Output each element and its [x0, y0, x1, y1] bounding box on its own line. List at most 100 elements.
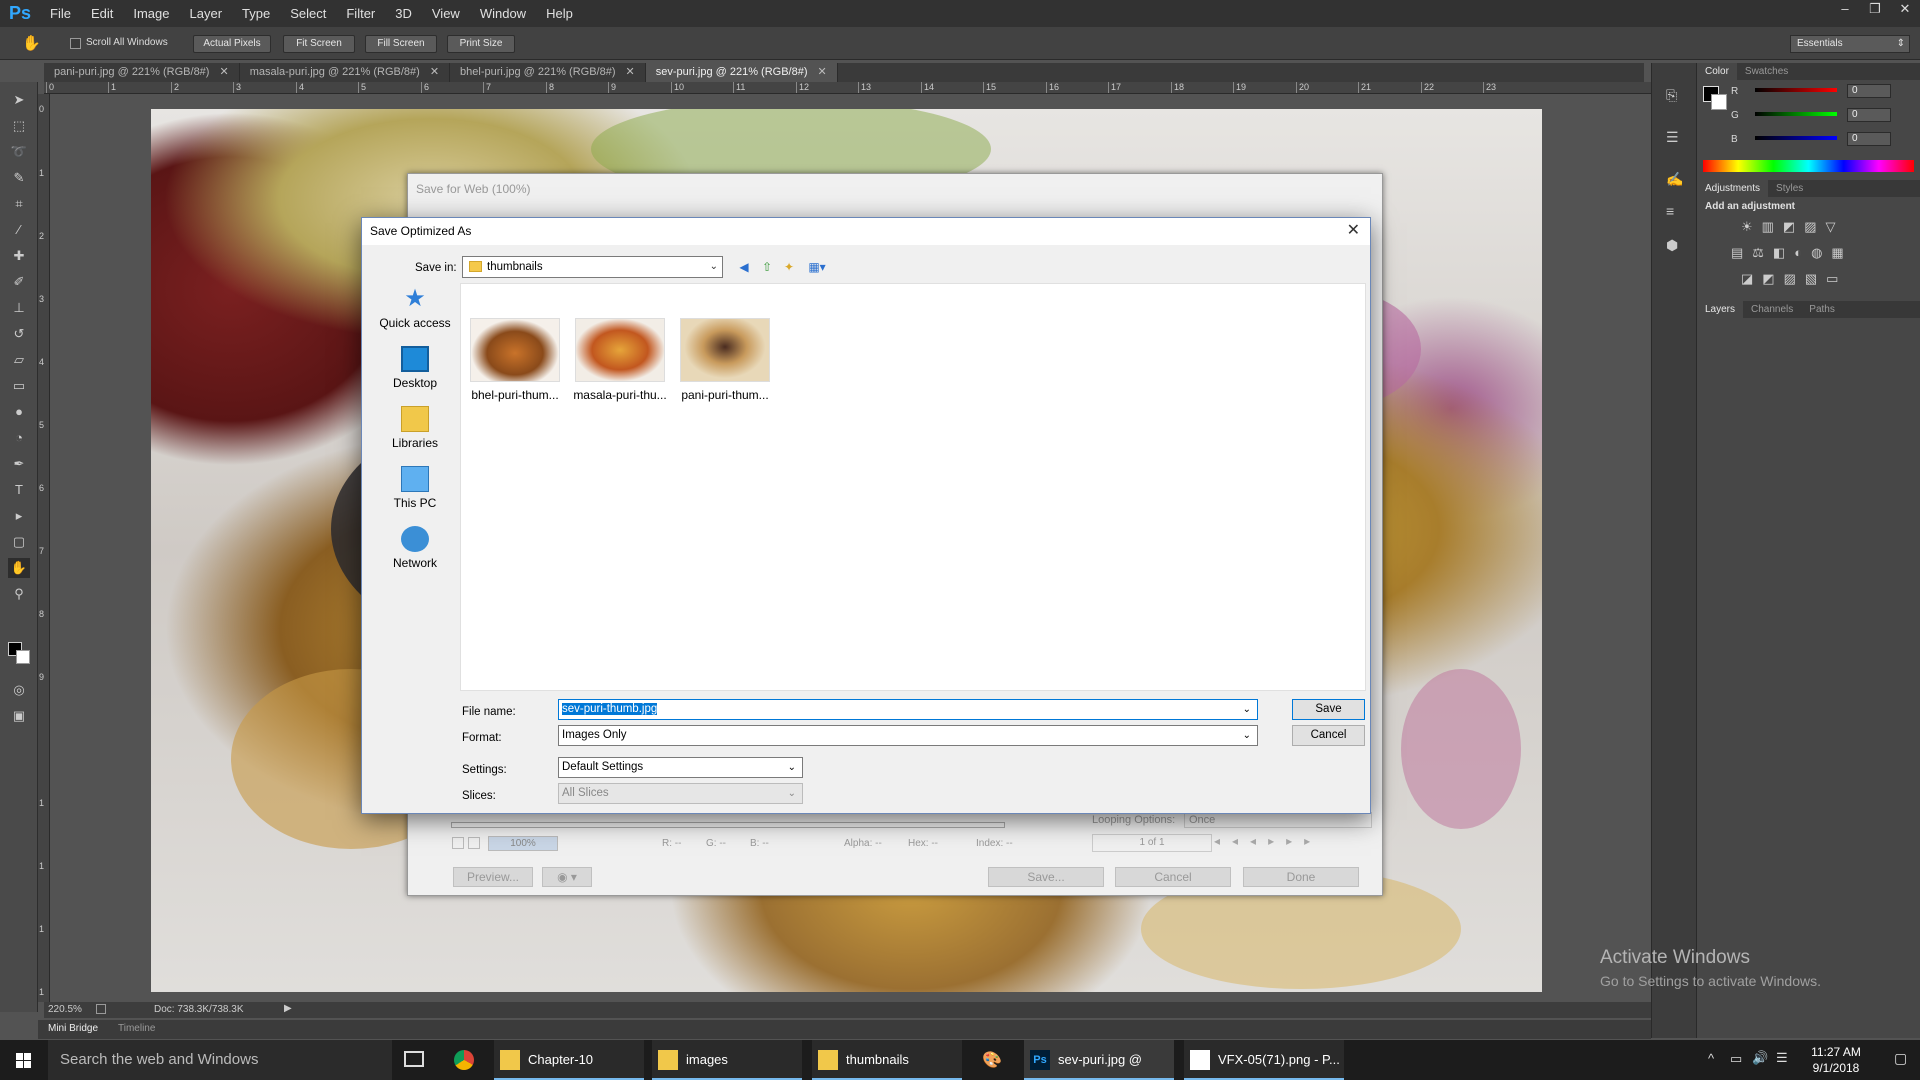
crop-tool-icon[interactable]: ⌗: [8, 194, 30, 214]
brush-presets-icon[interactable]: ✍: [1666, 171, 1683, 188]
tab-masala-puri[interactable]: masala-puri.jpg @ 221% (RGB/8#) ✕: [240, 63, 451, 82]
back-icon[interactable]: ◀: [735, 258, 753, 276]
taskbar-vfx-image[interactable]: VFX-05(71).png - P...: [1184, 1040, 1344, 1080]
menu-help[interactable]: Help: [536, 0, 583, 27]
notifications-icon[interactable]: ☰: [1776, 1050, 1788, 1066]
save-button[interactable]: Save: [1292, 699, 1365, 720]
properties-icon[interactable]: ☰: [1666, 129, 1679, 146]
actual-pixels-button[interactable]: Actual Pixels: [193, 35, 271, 53]
zoom-in-icon[interactable]: [468, 837, 480, 849]
taskbar-search[interactable]: Search the web and Windows: [48, 1040, 392, 1080]
quick-select-tool-icon[interactable]: ✎: [8, 168, 30, 188]
tab-pani-puri[interactable]: pani-puri.jpg @ 221% (RGB/8#) ✕: [44, 63, 240, 82]
cancel-button[interactable]: Cancel: [1292, 725, 1365, 746]
tab-timeline[interactable]: Timeline: [118, 1023, 155, 1034]
sfw-cancel-button[interactable]: Cancel: [1115, 867, 1231, 887]
file-item[interactable]: pani-puri-thum...: [675, 318, 775, 402]
chevron-right-icon[interactable]: ▶: [284, 1003, 292, 1014]
close-icon[interactable]: ✕: [818, 66, 827, 78]
menu-window[interactable]: Window: [470, 0, 536, 27]
tab-bhel-puri[interactable]: bhel-puri.jpg @ 221% (RGB/8#) ✕: [450, 63, 646, 82]
close-icon[interactable]: ✕: [430, 66, 439, 78]
chevron-down-icon[interactable]: ⌄: [1243, 700, 1251, 719]
hand-tool-icon[interactable]: ✋: [22, 34, 41, 52]
blur-tool-icon[interactable]: ●: [8, 402, 30, 422]
3d-icon[interactable]: ⬢: [1666, 237, 1678, 254]
menu-type[interactable]: Type: [232, 0, 280, 27]
stamp-tool-icon[interactable]: ⊥: [8, 298, 30, 318]
place-this-pc[interactable]: This PC: [370, 466, 460, 510]
close-icon[interactable]: ✕: [219, 66, 228, 78]
minimize-button[interactable]: –: [1830, 0, 1860, 20]
animation-controls[interactable]: ◂◂◂▸▸▸: [1214, 834, 1374, 852]
sfw-save-button[interactable]: Save...: [988, 867, 1104, 887]
task-view-icon[interactable]: [404, 1051, 424, 1067]
r-value[interactable]: 0: [1847, 84, 1891, 98]
lasso-tool-icon[interactable]: ➰: [8, 142, 30, 162]
b-slider[interactable]: [1755, 136, 1837, 140]
path-select-icon[interactable]: ▸: [8, 506, 30, 526]
g-slider[interactable]: [1755, 112, 1837, 116]
restore-button[interactable]: ❐: [1860, 0, 1890, 20]
view-menu-icon[interactable]: ▦▾: [803, 258, 831, 276]
file-item[interactable]: bhel-puri-thum...: [465, 318, 565, 402]
tab-paths[interactable]: Paths: [1801, 301, 1843, 318]
tab-swatches[interactable]: Swatches: [1737, 63, 1796, 80]
export-icon[interactable]: [96, 1004, 106, 1014]
g-value[interactable]: 0: [1847, 108, 1891, 122]
background-color-swatch[interactable]: [16, 650, 30, 664]
action-center-icon[interactable]: ▢: [1894, 1050, 1907, 1067]
menu-view[interactable]: View: [422, 0, 470, 27]
settings-select[interactable]: Default Settings ⌄: [558, 757, 803, 778]
place-network[interactable]: Network: [370, 526, 460, 570]
chevron-up-icon[interactable]: ^: [1708, 1051, 1714, 1066]
print-size-button[interactable]: Print Size: [447, 35, 515, 53]
move-tool-icon[interactable]: ➤: [8, 90, 30, 110]
dodge-tool-icon[interactable]: ◔: [8, 428, 30, 448]
pen-tool-icon[interactable]: ✒: [8, 454, 30, 474]
network-tray-icon[interactable]: ▭: [1730, 1051, 1742, 1067]
tab-channels[interactable]: Channels: [1743, 301, 1801, 318]
tab-sev-puri[interactable]: sev-puri.jpg @ 221% (RGB/8#) ✕: [645, 63, 838, 82]
format-select[interactable]: Images Only ⌄: [558, 725, 1258, 746]
clock-time[interactable]: 11:27 AM: [1800, 1045, 1872, 1059]
eyedropper-tool-icon[interactable]: ⁄: [8, 220, 30, 240]
tab-mini-bridge[interactable]: Mini Bridge: [48, 1023, 98, 1034]
close-icon[interactable]: ✕: [1347, 220, 1360, 240]
tab-layers[interactable]: Layers: [1697, 301, 1744, 318]
paint-app-icon[interactable]: 🎨: [982, 1050, 1004, 1070]
menu-3d[interactable]: 3D: [385, 0, 422, 27]
history-icon[interactable]: ⎘: [1666, 87, 1677, 104]
marquee-tool-icon[interactable]: ⬚: [8, 116, 30, 136]
close-button[interactable]: ✕: [1890, 0, 1920, 20]
zoom-tool-icon[interactable]: ⚲: [8, 584, 30, 604]
screen-mode-icon[interactable]: ▣: [8, 706, 30, 726]
fill-screen-button[interactable]: Fill Screen: [365, 35, 437, 53]
sfw-zoom-select[interactable]: 100%: [488, 836, 558, 851]
file-item[interactable]: masala-puri-thu...: [570, 318, 670, 402]
menu-file[interactable]: File: [40, 0, 81, 27]
menu-layer[interactable]: Layer: [180, 0, 233, 27]
workspace-select[interactable]: Essentials ⇕: [1790, 35, 1910, 53]
taskbar-thumbnails[interactable]: thumbnails: [812, 1040, 962, 1080]
file-name-input[interactable]: sev-puri-thumb.jpg ⌄: [558, 699, 1258, 720]
shape-tool-icon[interactable]: ▢: [8, 532, 30, 552]
chrome-icon[interactable]: [454, 1050, 474, 1070]
gradient-tool-icon[interactable]: ▭: [8, 376, 30, 396]
quick-mask-icon[interactable]: ◎: [8, 680, 30, 700]
tab-color[interactable]: Color: [1697, 63, 1737, 80]
save-in-select[interactable]: thumbnails ⌄: [462, 256, 723, 278]
start-button[interactable]: [0, 1040, 48, 1080]
type-tool-icon[interactable]: T: [8, 480, 30, 500]
close-icon[interactable]: ✕: [626, 66, 635, 78]
clock-date[interactable]: 9/1/2018: [1800, 1061, 1872, 1075]
adjustment-icons-row-1[interactable]: ☀▥◩▨▽: [1741, 219, 1845, 235]
place-libraries[interactable]: Libraries: [370, 406, 460, 450]
place-desktop[interactable]: Desktop: [370, 346, 460, 390]
menu-select[interactable]: Select: [280, 0, 336, 27]
tab-adjustments[interactable]: Adjustments: [1697, 180, 1769, 197]
browser-preview-button[interactable]: ◉ ▾: [542, 867, 592, 887]
hand-tool-icon[interactable]: ✋: [8, 558, 30, 578]
healing-tool-icon[interactable]: ✚: [8, 246, 30, 266]
color-spectrum[interactable]: [1703, 160, 1914, 172]
